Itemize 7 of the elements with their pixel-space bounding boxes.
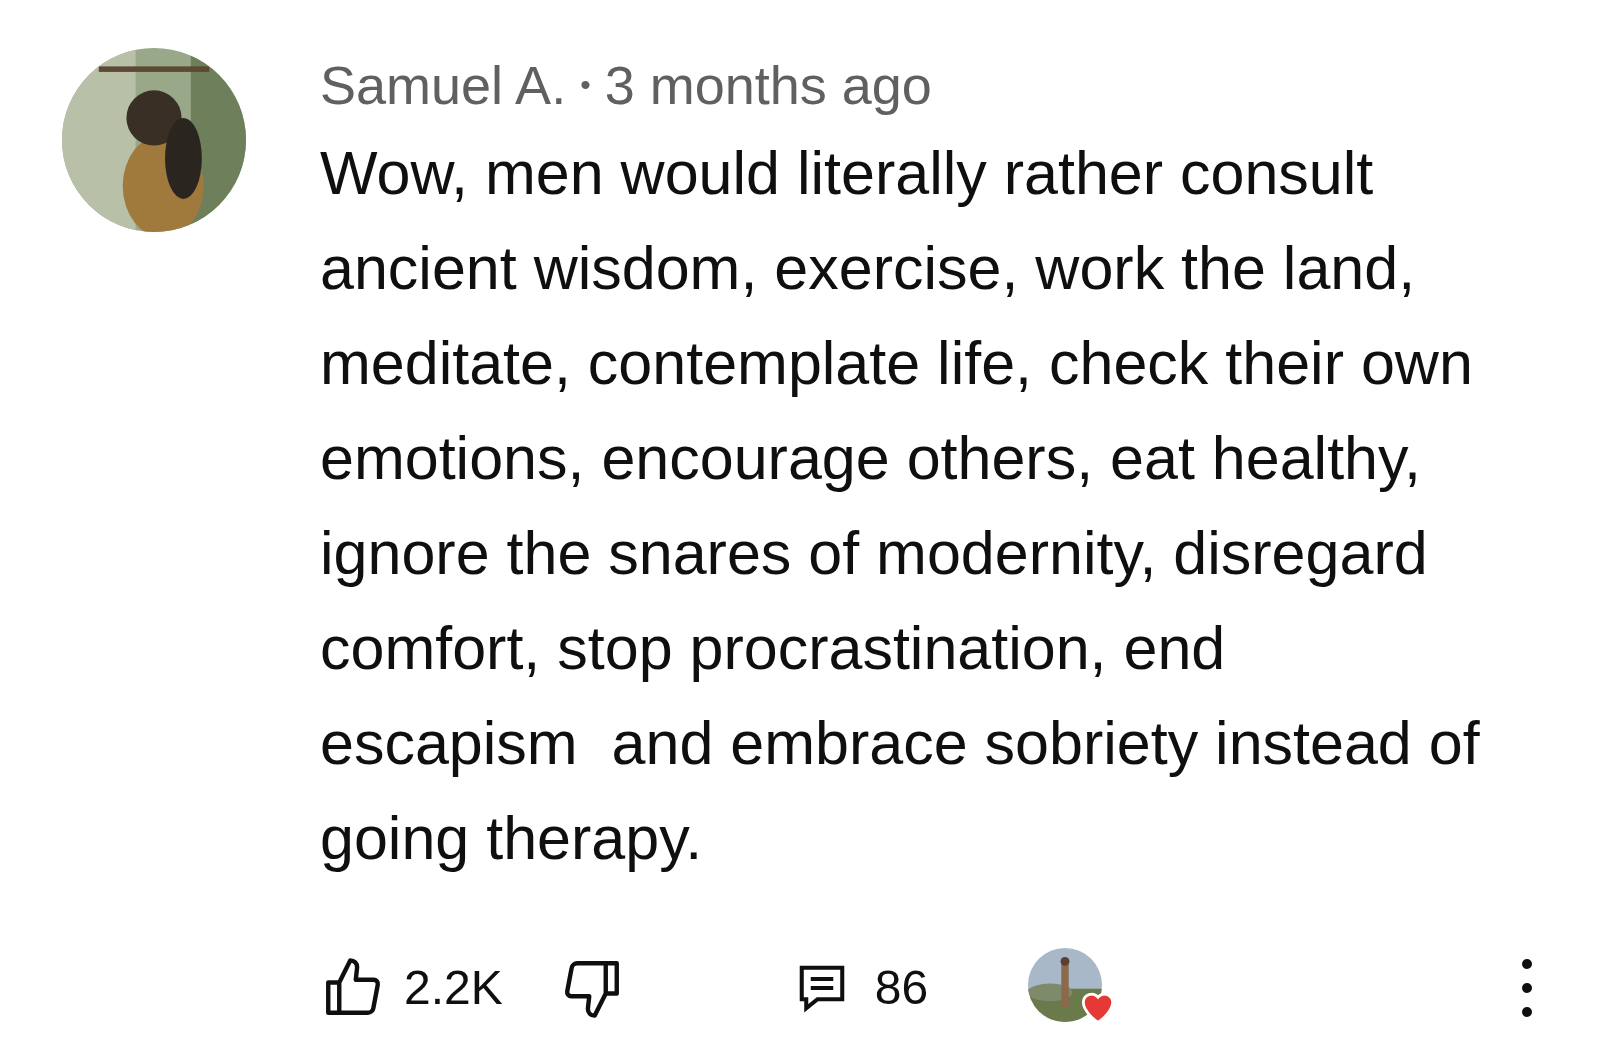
replies-button[interactable]: 86 [794,952,929,1024]
comment-text: Wow, men would literally rather consult ancient wisdom, exercise, work the land, meditate, contemplate life, check their own emotions, encourage others, eat healthy, ignore the snares of modernity, disregard comfort, stop procrastination, end escapism and embrace sobriety instead of going therapy. [320,138,1481,874]
more-vertical-icon [1520,958,1534,1018]
separator-dot: • [580,70,591,100]
like-button[interactable]: 2.2K [320,952,503,1024]
more-button[interactable] [1520,958,1534,1018]
author-name[interactable]: Samuel A. [320,58,567,112]
